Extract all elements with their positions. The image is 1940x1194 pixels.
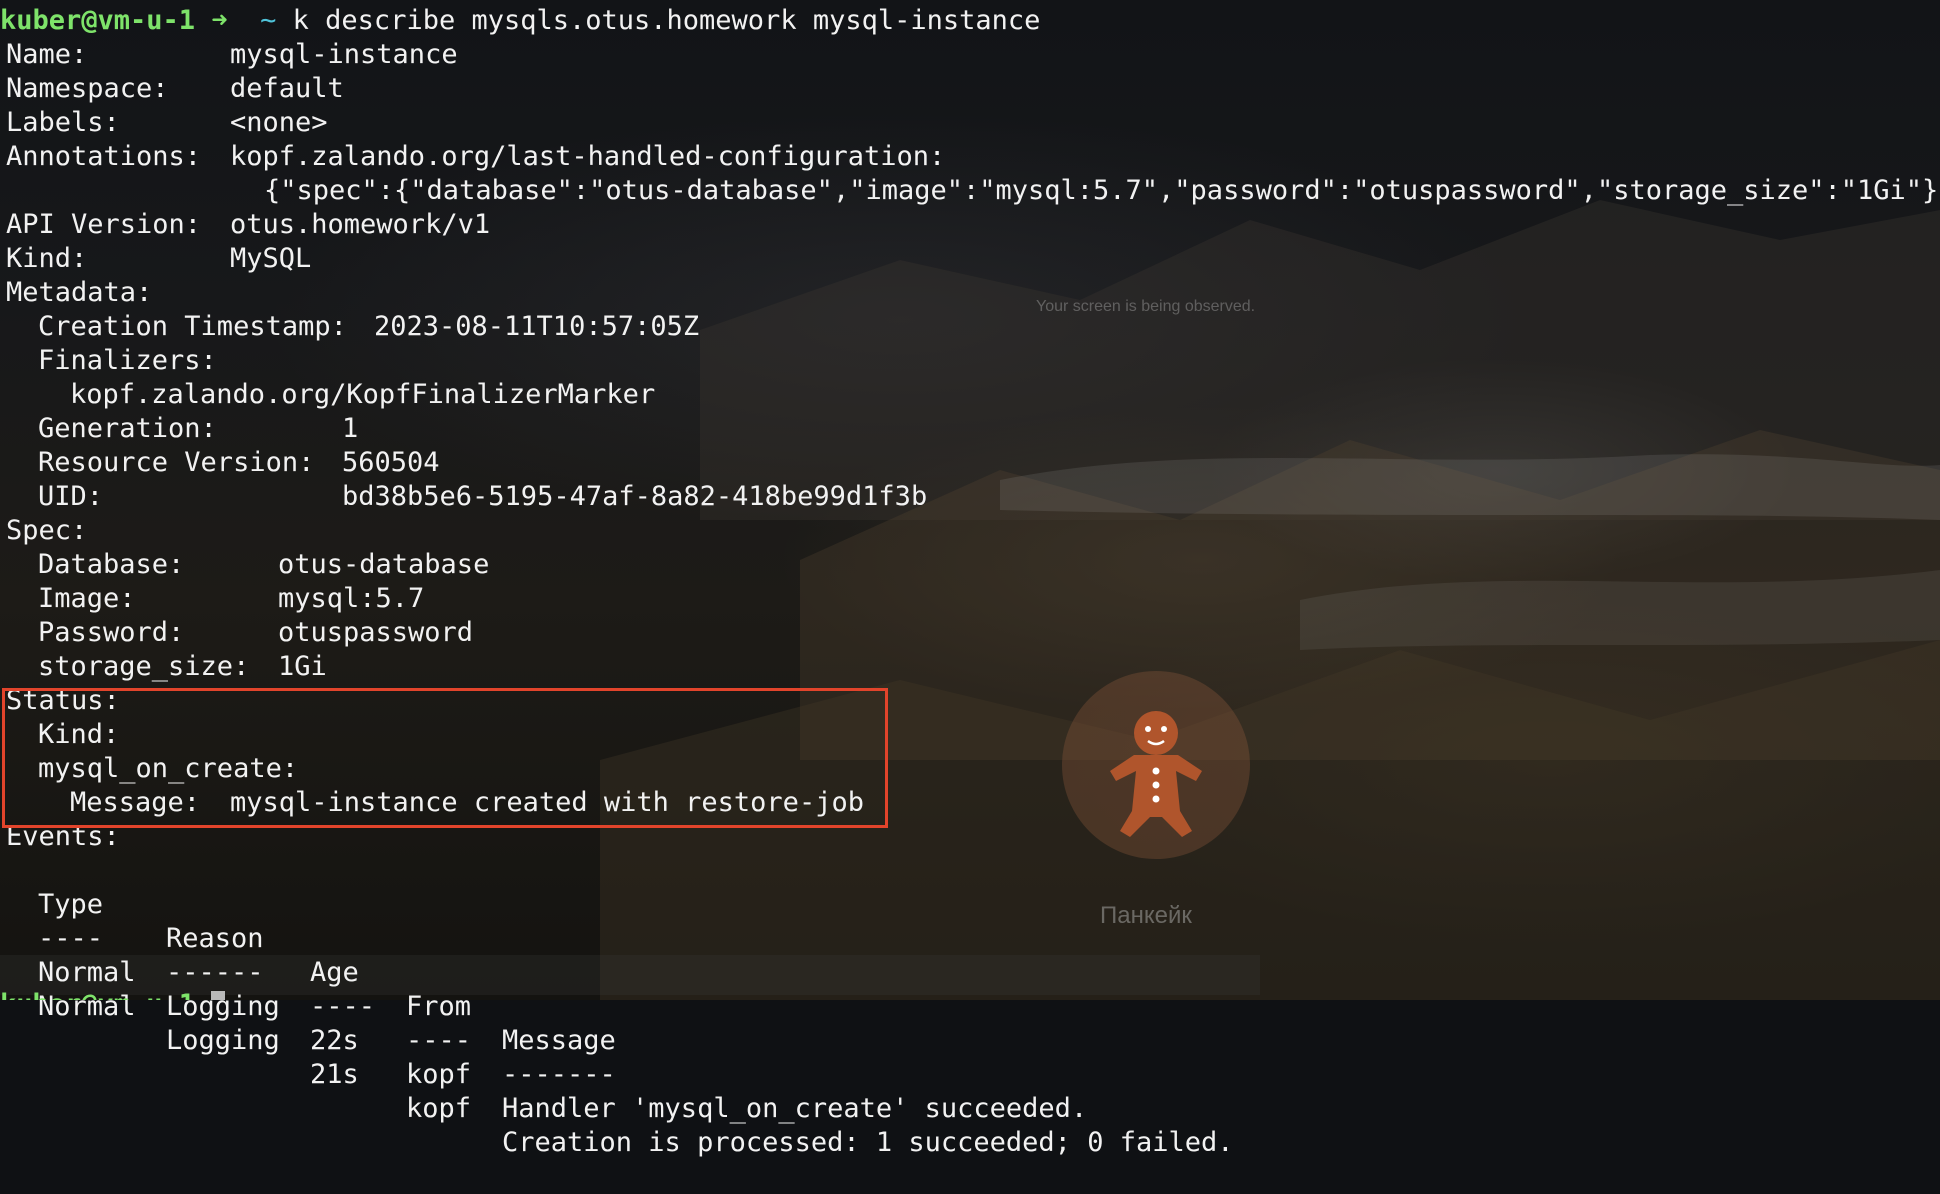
field-key: Kind: [6, 243, 88, 274]
event-from: kopf [406, 1059, 472, 1090]
field-value: mysql:5.7 [278, 583, 425, 614]
next-prompt-user-host: kuber@vm-u-1 [0, 988, 195, 1000]
spec-line: Spec: [6, 515, 88, 546]
field-key: Name: [6, 39, 88, 70]
field-value: 1Gi [278, 651, 327, 682]
field-value: otus.homework/v1 [230, 209, 491, 240]
separator: ------- [502, 1059, 616, 1090]
prompt-user-host: kuber@vm-u-1 [0, 5, 196, 36]
field-value: 1 [342, 413, 359, 444]
storage-size-line: storage_size: 1Gi [38, 650, 327, 684]
table-row: Normal Logging 22s kopf Handler 'mysql_o… [38, 922, 1087, 1124]
event-message: Handler 'mysql_on_create' succeeded. [502, 1093, 1088, 1124]
field-value: bd38b5e6-5195-47af-8a82-418be99d1f3b [342, 481, 928, 512]
command-text: k describe mysqls.otus.homework mysql-in… [292, 5, 1041, 36]
annotations-line: Annotations: kopf.zalando.org/last-handle… [6, 140, 945, 174]
finalizer-value-line: kopf.zalando.org/KopfFinalizerMarker [70, 379, 656, 410]
annotations-json-line: {"spec":{"database":"otus-database","ima… [264, 175, 1940, 206]
field-key: Creation Timestamp: [38, 311, 347, 342]
image-line: Image: mysql:5.7 [38, 582, 424, 616]
field-value: otuspassword [278, 617, 474, 648]
separator: ---- [310, 991, 376, 1022]
prompt-directory: ~ [260, 5, 277, 36]
events-col-from: From [406, 991, 472, 1022]
field-key: Database: [38, 549, 185, 580]
prompt-line: kuber@vm-u-1 ➜ ~ k describe mysqls.otus.… [0, 4, 1040, 38]
generation-line: Generation: 1 [38, 412, 358, 446]
labels-line: Labels: <none> [6, 106, 328, 140]
field-value: MySQL [230, 243, 312, 274]
finalizers-line: Finalizers: [38, 345, 217, 376]
field-value: default [230, 73, 344, 104]
metadata-line: Metadata: [6, 277, 153, 308]
events-separator-row: ---- ------ ---- ---- ------- [38, 888, 616, 1090]
kind-line: Kind: MySQL [6, 242, 311, 276]
separator: ------ [166, 957, 264, 988]
field-key: Generation: [38, 413, 217, 444]
field-key: UID: [38, 481, 104, 512]
event-age: 21s [310, 1059, 359, 1090]
field-value: <none> [230, 107, 328, 138]
creation-timestamp-line: Creation Timestamp: 2023-08-11T10:57:05Z [38, 310, 699, 344]
text-cursor [211, 990, 226, 1000]
field-value: otus-database [278, 549, 490, 580]
terminal-window[interactable]: kuber@vm-u-1 ➜ ~ k describe mysqls.otus.… [0, 0, 1940, 1158]
event-message: Creation is processed: 1 succeeded; 0 fa… [502, 1127, 1234, 1158]
password-line: Password: otuspassword [38, 616, 473, 650]
name-line: Name: mysql-instance [6, 38, 458, 72]
status-highlight-box [2, 688, 888, 828]
field-key: Resource Version: [38, 447, 315, 478]
next-prompt-line: kuber@vm-u-1 [0, 988, 226, 1000]
events-col-message: Message [502, 1025, 616, 1056]
namespace-line: Namespace: default [6, 72, 344, 106]
resource-version-line: Resource Version: 560504 [38, 446, 440, 480]
event-age: 22s [310, 1025, 359, 1056]
uid-line: UID: bd38b5e6-5195-47af-8a82-418be99d1f3b [38, 480, 927, 514]
field-value: kopf.zalando.org/last-handled-configurat… [230, 141, 946, 172]
event-from: kopf [406, 1093, 472, 1124]
events-col-reason: Reason [166, 923, 264, 954]
field-key: storage_size: [38, 651, 250, 682]
field-value: 2023-08-11T10:57:05Z [374, 311, 700, 342]
event-reason: Logging [166, 1025, 280, 1056]
separator: ---- [406, 1025, 472, 1056]
prompt-arrow-icon: ➜ [211, 5, 228, 36]
database-line: Database: otus-database [38, 548, 489, 582]
field-value: 560504 [342, 447, 440, 478]
table-row: Normal Logging 21s kopf Creation is proc… [38, 956, 1234, 1158]
events-header-row: Type Reason Age From Message [38, 854, 616, 1056]
field-key: Annotations: [6, 141, 202, 172]
field-key: Password: [38, 617, 185, 648]
field-key: API Version: [6, 209, 202, 240]
field-value: mysql-instance [230, 39, 458, 70]
field-key: Labels: [6, 107, 120, 138]
field-key: Image: [38, 583, 136, 614]
events-col-age: Age [310, 957, 359, 988]
field-key: Namespace: [6, 73, 169, 104]
api-version-line: API Version: otus.homework/v1 [6, 208, 490, 242]
